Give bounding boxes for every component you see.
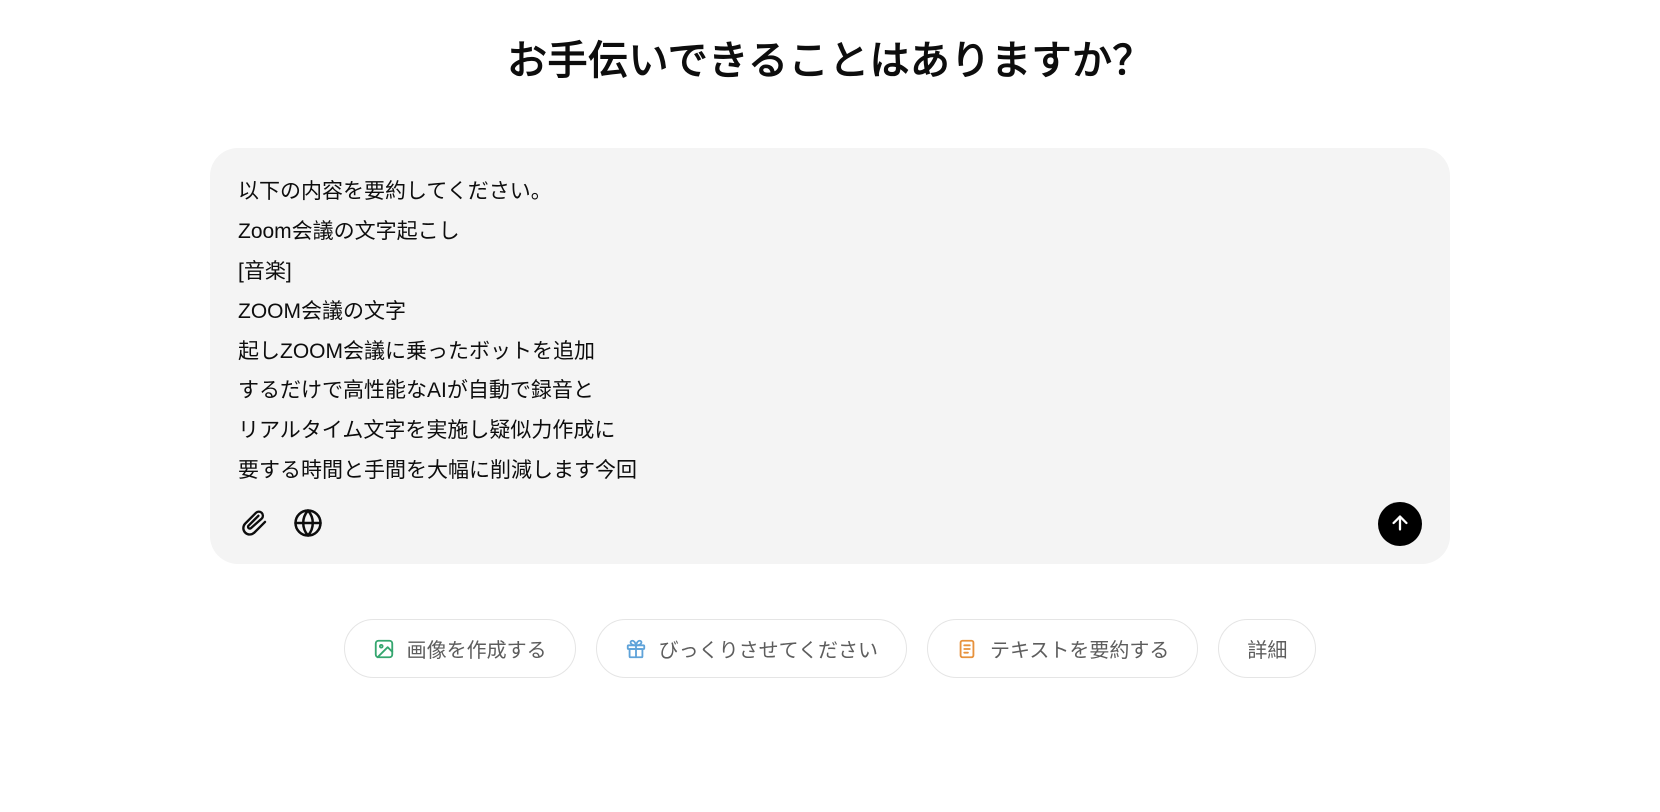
page-title: お手伝いできることはありますか？ — [210, 28, 1450, 86]
suggestion-label: 詳細 — [1247, 634, 1287, 663]
suggestion-create-image[interactable]: 画像を作成する — [344, 619, 576, 678]
suggestion-label: 画像を作成する — [407, 634, 547, 663]
composer-box: 以下の内容を要約してください。 Zoom会議の文字起こし [音楽] ZOOM会議… — [210, 148, 1450, 564]
suggestion-more[interactable]: 詳細 — [1218, 619, 1316, 678]
send-button[interactable] — [1378, 502, 1422, 546]
composer-tools-left — [238, 508, 324, 540]
message-input[interactable]: 以下の内容を要約してください。 Zoom会議の文字起こし [音楽] ZOOM会議… — [238, 172, 1422, 492]
suggestion-surprise-me[interactable]: びっくりさせてください — [596, 619, 907, 678]
suggestion-row: 画像を作成する びっくりさせてください — [210, 619, 1450, 678]
attach-button[interactable] — [238, 508, 270, 540]
arrow-up-icon — [1389, 512, 1411, 537]
document-icon — [956, 638, 978, 660]
suggestion-label: テキストを要約する — [990, 634, 1169, 663]
composer-toolbar — [238, 502, 1422, 546]
suggestion-summarize-text[interactable]: テキストを要約する — [927, 619, 1198, 678]
gift-icon — [625, 638, 647, 660]
image-icon — [373, 638, 395, 660]
paperclip-icon — [240, 509, 268, 540]
suggestion-label: びっくりさせてください — [659, 634, 878, 663]
web-button[interactable] — [292, 508, 324, 540]
globe-icon — [293, 508, 323, 541]
